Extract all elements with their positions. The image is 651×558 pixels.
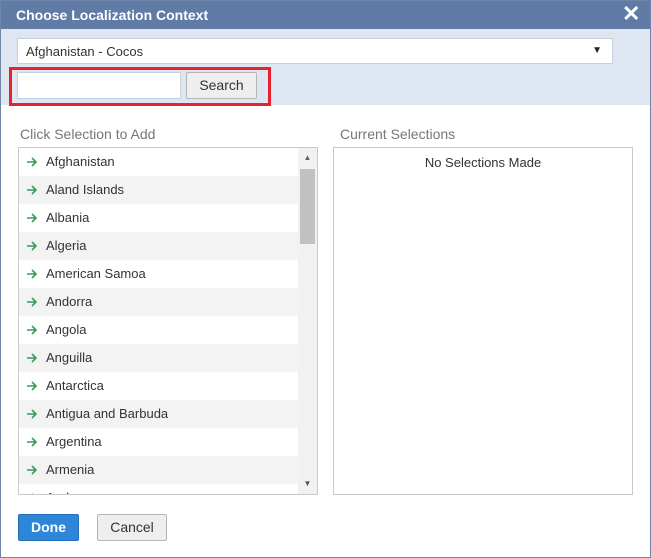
list-item-label: Antarctica <box>46 378 104 393</box>
filter-area: Afghanistan - Cocos ▼ Search <box>1 29 650 106</box>
search-button[interactable]: Search <box>186 72 257 99</box>
list-item[interactable]: Argentina <box>19 428 298 456</box>
list-item-label: Armenia <box>46 462 95 477</box>
list-item-label: Antigua and Barbuda <box>46 406 169 421</box>
scrollbar-thumb[interactable] <box>300 169 315 244</box>
arrow-right-icon <box>27 353 38 363</box>
available-list-items: Afghanistan Aland Islands Albania Algeria Am… <box>19 148 298 494</box>
list-item[interactable]: Anguilla <box>19 344 298 372</box>
arrow-right-icon <box>27 409 38 419</box>
arrow-right-icon <box>27 213 38 223</box>
arrow-right-icon <box>27 185 38 195</box>
arrow-right-icon <box>32 493 34 494</box>
scroll-up-icon[interactable]: ▲ <box>298 150 317 166</box>
search-input[interactable] <box>17 72 181 99</box>
list-item-label: Angola <box>46 322 87 337</box>
arrow-right-icon <box>27 297 38 307</box>
current-selections-box: No Selections Made <box>333 147 633 495</box>
list-item[interactable]: Andorra <box>19 288 298 316</box>
list-item[interactable]: Albania <box>19 204 298 232</box>
list-item-label: Andorra <box>46 294 93 309</box>
current-selections-label: Current Selections <box>340 126 456 142</box>
arrow-right-icon <box>27 241 38 251</box>
list-item-label: Anguilla <box>46 350 93 365</box>
list-item-label: Argentina <box>46 434 102 449</box>
close-icon[interactable]: ✕ <box>622 3 640 25</box>
list-item-label: American Samoa <box>46 266 146 281</box>
scroll-down-icon[interactable]: ▼ <box>298 476 317 492</box>
empty-selections-text: No Selections Made <box>424 155 542 170</box>
list-item-label: Afghanistan <box>46 154 115 169</box>
localization-dialog: Choose Localization Context ✕ Afghanista… <box>0 0 651 558</box>
list-item[interactable]: Afghanistan <box>19 148 298 176</box>
dialog-title-bar: Choose Localization Context ✕ <box>1 1 650 29</box>
list-item[interactable]: Armenia <box>19 456 298 484</box>
list-item[interactable]: Antigua and Barbuda <box>19 400 298 428</box>
list-item[interactable]: Antarctica <box>19 372 298 400</box>
list-item[interactable]: Aland Islands <box>19 176 298 204</box>
list-item-label: Aruba <box>46 490 81 494</box>
arrow-right-icon <box>27 437 38 447</box>
list-item[interactable]: American Samoa <box>19 260 298 288</box>
chevron-down-icon: ▼ <box>592 45 602 56</box>
arrow-right-icon <box>27 381 38 391</box>
arrow-right-icon <box>27 465 38 475</box>
arrow-right-icon <box>27 325 38 335</box>
cancel-button[interactable]: Cancel <box>97 514 167 541</box>
list-item-label: Algeria <box>46 238 87 253</box>
range-select[interactable]: Afghanistan - Cocos ▼ <box>17 38 613 64</box>
list-item[interactable]: Aruba <box>19 484 298 494</box>
done-button[interactable]: Done <box>18 514 79 541</box>
list-item-label: Aland Islands <box>46 182 125 197</box>
range-select-value: Afghanistan - Cocos <box>26 44 144 59</box>
list-item-label: Albania <box>46 210 90 225</box>
arrow-right-icon <box>27 269 38 279</box>
list-scrollbar[interactable]: ▲ ▼ <box>298 148 317 494</box>
list-item[interactable]: Angola <box>19 316 298 344</box>
list-item[interactable]: Algeria <box>19 232 298 260</box>
dialog-title: Choose Localization Context <box>16 7 209 23</box>
available-list: Afghanistan Aland Islands Albania Algeria Am… <box>18 147 318 495</box>
available-list-label: Click Selection to Add <box>20 126 156 142</box>
arrow-right-icon <box>27 157 38 167</box>
